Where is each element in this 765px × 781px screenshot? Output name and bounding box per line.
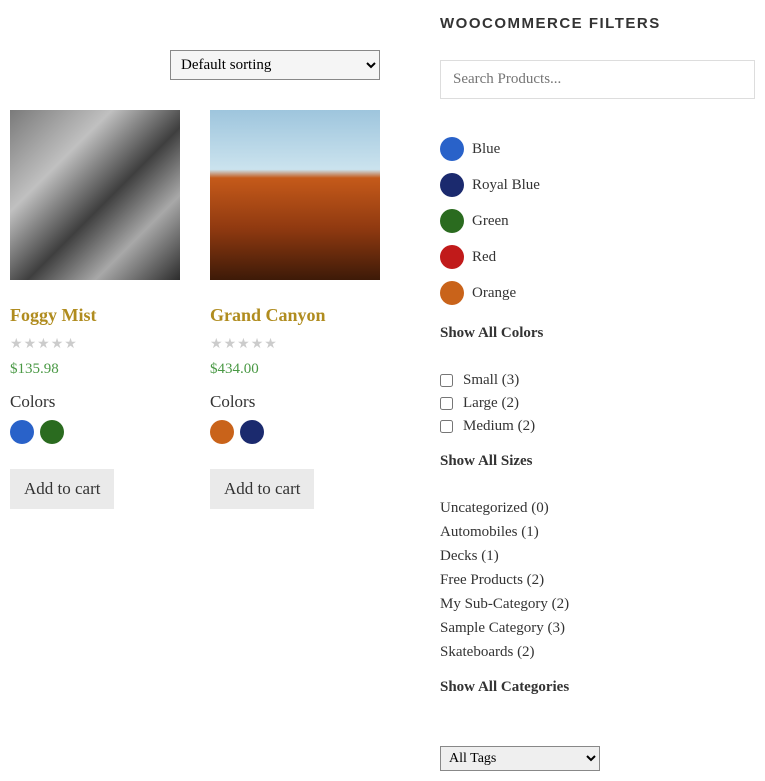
sorting-select[interactable]: Default sorting (170, 50, 380, 80)
product-price: $434.00 (210, 361, 380, 378)
product-title[interactable]: Foggy Mist (10, 305, 180, 326)
category-item[interactable]: My Sub-Category (2) (440, 596, 755, 613)
star-icon: ★ (264, 336, 277, 353)
sorting-row: Default sorting (10, 50, 380, 80)
swatch-orange[interactable] (210, 420, 234, 444)
swatch-blue[interactable] (10, 420, 34, 444)
color-filter-label: Green (472, 213, 509, 230)
size-filter-label: Large (2) (463, 395, 519, 412)
product-price: $135.98 (10, 361, 180, 378)
category-item[interactable]: Free Products (2) (440, 572, 755, 589)
color-dot-icon (440, 281, 464, 305)
colors-label: Colors (210, 392, 380, 412)
color-dot-icon (440, 137, 464, 161)
color-filter-item[interactable]: Royal Blue (440, 173, 755, 197)
color-filter-item[interactable]: Orange (440, 281, 755, 305)
size-checkbox[interactable] (440, 397, 453, 410)
color-dot-icon (440, 209, 464, 233)
size-checkbox[interactable] (440, 420, 453, 433)
rating-stars: ★ ★ ★ ★ ★ (210, 336, 380, 353)
size-filter-item[interactable]: Small (3) (440, 372, 755, 389)
swatches (210, 420, 380, 444)
products-grid: Foggy Mist ★ ★ ★ ★ ★ $135.98 Colors Add … (10, 110, 380, 509)
color-filter-label: Blue (472, 141, 500, 158)
star-icon: ★ (237, 336, 250, 353)
product-image[interactable] (10, 110, 180, 280)
category-item[interactable]: Sample Category (3) (440, 620, 755, 637)
colors-label: Colors (10, 392, 180, 412)
star-icon: ★ (251, 336, 264, 353)
sidebar-heading: WOOCOMMERCE FILTERS (440, 15, 755, 32)
size-filter-item[interactable]: Medium (2) (440, 418, 755, 435)
color-filter-item[interactable]: Red (440, 245, 755, 269)
color-filter-item[interactable]: Green (440, 209, 755, 233)
color-filter-label: Royal Blue (472, 177, 540, 194)
category-item[interactable]: Decks (1) (440, 548, 755, 565)
category-item[interactable]: Uncategorized (0) (440, 500, 755, 517)
color-filter-label: Red (472, 249, 496, 266)
tags-select[interactable]: All Tags (440, 746, 600, 771)
add-to-cart-button[interactable]: Add to cart (10, 469, 114, 509)
filters-sidebar: WOOCOMMERCE FILTERS Blue Royal Blue Gree… (440, 10, 755, 771)
star-icon: ★ (64, 336, 77, 353)
product-card[interactable]: Grand Canyon ★ ★ ★ ★ ★ $434.00 Colors Ad… (210, 110, 380, 509)
rating-stars: ★ ★ ★ ★ ★ (10, 336, 180, 353)
color-filter-item[interactable]: Blue (440, 137, 755, 161)
star-icon: ★ (51, 336, 64, 353)
category-item[interactable]: Automobiles (1) (440, 524, 755, 541)
swatch-royal-blue[interactable] (240, 420, 264, 444)
star-icon: ★ (224, 336, 237, 353)
swatches (10, 420, 180, 444)
size-filter-list: Small (3) Large (2) Medium (2) (440, 372, 755, 435)
size-filter-label: Small (3) (463, 372, 519, 389)
category-list: Uncategorized (0) Automobiles (1) Decks … (440, 500, 755, 661)
show-all-colors[interactable]: Show All Colors (440, 325, 755, 342)
size-checkbox[interactable] (440, 374, 453, 387)
product-listing: Default sorting Foggy Mist ★ ★ ★ ★ ★ $13… (10, 10, 380, 771)
color-filter-label: Orange (472, 285, 516, 302)
add-to-cart-button[interactable]: Add to cart (210, 469, 314, 509)
color-dot-icon (440, 173, 464, 197)
show-all-sizes[interactable]: Show All Sizes (440, 453, 755, 470)
star-icon: ★ (24, 336, 37, 353)
star-icon: ★ (210, 336, 223, 353)
color-dot-icon (440, 245, 464, 269)
size-filter-item[interactable]: Large (2) (440, 395, 755, 412)
product-title[interactable]: Grand Canyon (210, 305, 380, 326)
size-filter-label: Medium (2) (463, 418, 535, 435)
category-item[interactable]: Skateboards (2) (440, 644, 755, 661)
product-image[interactable] (210, 110, 380, 280)
star-icon: ★ (10, 336, 23, 353)
color-filter-list: Blue Royal Blue Green Red Orange (440, 137, 755, 305)
swatch-green[interactable] (40, 420, 64, 444)
show-all-categories[interactable]: Show All Categories (440, 679, 755, 696)
product-card[interactable]: Foggy Mist ★ ★ ★ ★ ★ $135.98 Colors Add … (10, 110, 180, 509)
search-input[interactable] (440, 60, 755, 99)
star-icon: ★ (37, 336, 50, 353)
